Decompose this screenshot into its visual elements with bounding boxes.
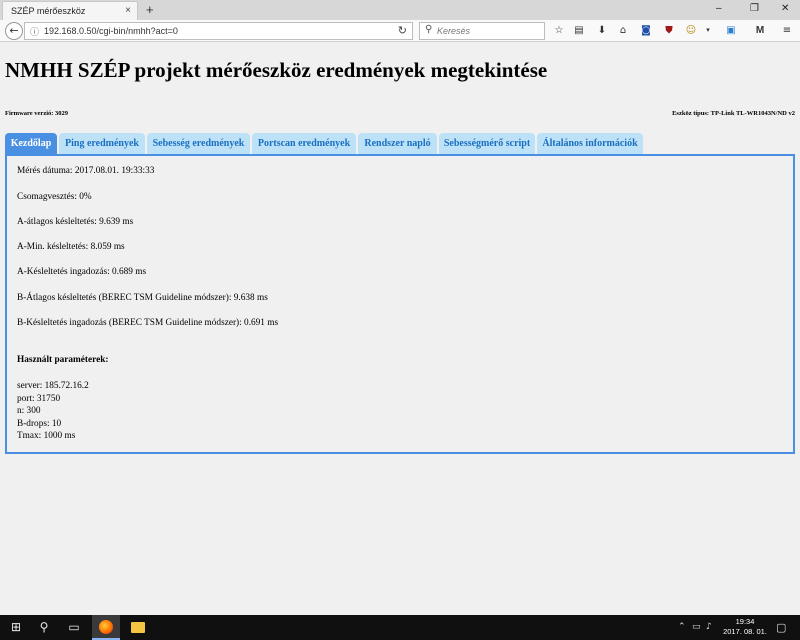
param-port: port: 31750 [17,394,61,404]
url-bar[interactable]: ⓘ 192.168.0.50/cgi-bin/nmhh?act=0 ↻ [24,22,413,40]
info-icon[interactable]: ⓘ [30,25,39,38]
close-tab-icon[interactable]: × [125,5,131,16]
volume-icon[interactable]: ♪ [706,615,712,640]
param-tmax: Tmax: 1000 ms [17,431,76,441]
param-server: server: 185.72.16.2 [17,381,89,391]
packet-loss: Csomagvesztés: 0% [17,192,92,202]
params-heading: Használt paraméterek: [17,355,109,365]
search-icon[interactable]: ⚲ [30,615,58,640]
reading-list-icon[interactable]: ▤ [573,24,585,37]
page-title: NMHH SZÉP projekt mérőeszköz eredmények … [5,58,548,82]
star-icon[interactable]: ☆ [553,24,565,37]
extension-icon[interactable]: ☺ [685,24,697,37]
windows-taskbar: ⊞ ⚲ ▭ ⌃ ▭ ♪ 19:34 2017. 08. 01. ▢ [0,615,800,640]
firefox-icon[interactable] [92,615,120,640]
reload-icon[interactable]: ↻ [398,24,407,37]
tab-altalanos-informaciok[interactable]: Általános információk [537,133,643,155]
search-bar[interactable]: ⚲ Keresés [419,22,545,40]
file-explorer-icon[interactable] [124,615,152,640]
content-panel: Mérés dátuma: 2017.08.01. 19:33:33 Csoma… [5,154,795,454]
a-average-latency: A-átlagos késleltetés: 9.639 ms [17,217,134,227]
download-icon[interactable]: ⬇ [596,24,608,37]
task-view-icon[interactable]: ▭ [60,615,88,640]
browser-tab[interactable]: SZÉP mérőeszköz × [2,1,138,20]
dropdown-icon[interactable]: ▾ [702,24,714,37]
search-icon: ⚲ [425,24,433,35]
b-average-latency: B-Átlagos késleltetés (BEREC TSM Guideli… [17,293,268,303]
tab-rendszer-naplo[interactable]: Rendszer napló [358,133,437,155]
minimize-button[interactable]: – [716,3,722,14]
close-window-button[interactable]: ✕ [781,3,789,14]
tab-ping-eredmenyek[interactable]: Ping eredmények [59,133,145,155]
notification-icon[interactable]: ▢ [776,615,786,640]
clock-date: 2017. 08. 01. [723,627,767,636]
pocket-icon[interactable]: ◙ [640,24,652,37]
maximize-button[interactable]: ❐ [750,3,759,14]
param-n: n: 300 [17,406,41,416]
firmware-version: Firmware verzió: 3029 [5,110,69,117]
home-icon[interactable]: ⌂ [617,24,629,37]
device-type: Eszköz típus: TP-Link TL-WR1043N/ND v2 [672,110,795,117]
tab-sebesseg-eredmenyek[interactable]: Sebesség eredmények [147,133,250,155]
new-tab-button[interactable]: + [146,2,154,17]
search-input[interactable]: Keresés [437,26,470,36]
network-icon[interactable]: ▭ [692,615,701,640]
b-jitter: B-Késleltetés ingadozás (BEREC TSM Guide… [17,318,279,328]
tab-portscan-eredmenyek[interactable]: Portscan eredmények [252,133,356,155]
param-b-drops: B-drops: 10 [17,419,62,429]
clock-time: 19:34 [735,617,755,626]
navigation-toolbar: ← ⓘ 192.168.0.50/cgi-bin/nmhh?act=0 ↻ ⚲ … [0,20,800,42]
measurement-date: Mérés dátuma: 2017.08.01. 19:33:33 [17,166,155,176]
back-arrow-icon[interactable]: ← [5,22,23,40]
ublock-icon[interactable]: ⛊ [663,24,675,37]
tab-sebessegmero-script[interactable]: Sebességmérő script [439,133,535,155]
menu-icon[interactable]: ≡ [781,24,793,37]
a-jitter: A-Késleltetés ingadozás: 0.689 ms [17,267,147,277]
screenshot-icon[interactable]: ▣ [725,24,737,37]
browser-tab-title: SZÉP mérőeszköz [11,6,86,16]
gmail-icon[interactable]: M [754,24,766,37]
system-clock[interactable]: 19:34 2017. 08. 01. [720,617,770,637]
browser-tab-strip: SZÉP mérőeszköz × + – ❐ ✕ [0,0,800,20]
tab-kezdolap[interactable]: Kezdőlap [5,133,57,155]
a-min-latency: A-Min. késleltetés: 8.059 ms [17,242,125,252]
chevron-up-icon[interactable]: ⌃ [678,615,686,640]
windows-start-icon[interactable]: ⊞ [2,615,30,640]
url-text[interactable]: 192.168.0.50/cgi-bin/nmhh?act=0 [44,26,178,36]
